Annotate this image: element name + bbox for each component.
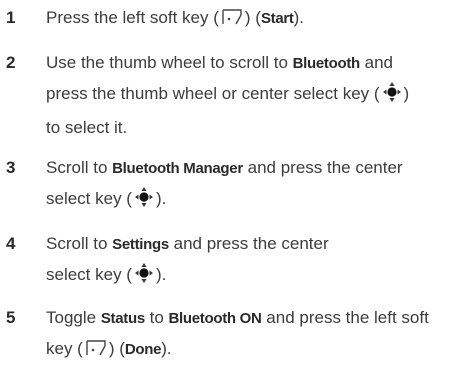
text-segment: press the thumb wheel or center select k… bbox=[46, 84, 380, 103]
step-number: 5 bbox=[6, 308, 16, 327]
step-text: Use the thumb wheel to scroll to Bluetoo… bbox=[46, 48, 456, 143]
step-number: 1 bbox=[6, 8, 16, 27]
step-line: Scroll to Bluetooth Manager and press th… bbox=[46, 153, 456, 184]
text-segment: ) ( bbox=[244, 8, 261, 27]
text-segment: ). bbox=[155, 265, 167, 284]
text-segment: and press the center bbox=[168, 234, 329, 253]
term-status: Status bbox=[100, 310, 145, 327]
step-text: Toggle Status to Bluetooth ON and press … bbox=[46, 303, 456, 367]
step-number: 3 bbox=[6, 158, 16, 177]
text-segment: ) bbox=[403, 84, 410, 103]
step-line: select key (). bbox=[46, 184, 456, 218]
text-segment: Toggle bbox=[46, 308, 101, 327]
step-line: press the thumb wheel or center select k… bbox=[46, 79, 456, 113]
center-select-key-icon bbox=[382, 81, 402, 113]
step-text: Scroll to Bluetooth Manager and press th… bbox=[46, 153, 456, 218]
text-segment: ). bbox=[155, 189, 167, 208]
term-settings: Settings bbox=[112, 236, 169, 253]
step-text: Scroll to Settings and press the center … bbox=[46, 229, 456, 294]
text-segment: ). bbox=[293, 8, 305, 27]
center-select-key-icon bbox=[134, 262, 154, 294]
text-segment: ). bbox=[161, 339, 172, 358]
text-segment: to bbox=[144, 308, 169, 327]
center-select-key-icon bbox=[134, 186, 154, 218]
text-segment: select key ( bbox=[46, 189, 132, 208]
soft-key-icon bbox=[221, 6, 243, 36]
text-segment: and bbox=[359, 53, 394, 72]
step-number: 2 bbox=[6, 53, 16, 72]
text-segment: ) ( bbox=[108, 339, 125, 358]
step-line: key ( ) (Done). bbox=[46, 334, 456, 367]
step-line: to select it. bbox=[46, 113, 456, 143]
step-line: Scroll to Settings and press the center bbox=[46, 229, 456, 260]
term-done: Done bbox=[124, 341, 162, 358]
text-segment: to select it. bbox=[46, 118, 128, 137]
step-line: Press the left soft key ( ) (Start). bbox=[46, 3, 456, 36]
step-number: 4 bbox=[6, 234, 16, 253]
step-line: select key (). bbox=[46, 260, 456, 294]
soft-key-icon bbox=[85, 337, 107, 367]
text-segment: Scroll to bbox=[46, 158, 113, 177]
term-bluetooth: Bluetooth bbox=[292, 55, 361, 72]
term-bluetooth-manager: Bluetooth Manager bbox=[112, 160, 243, 177]
text-segment: select key ( bbox=[46, 265, 132, 284]
text-segment: and press the left soft bbox=[261, 308, 429, 327]
term-bluetooth-on: Bluetooth ON bbox=[168, 310, 262, 327]
step-text: Press the left soft key ( ) (Start). bbox=[46, 3, 456, 36]
term-start: Start bbox=[260, 10, 294, 27]
text-segment: Use the thumb wheel to scroll to bbox=[46, 53, 293, 72]
step-line: Toggle Status to Bluetooth ON and press … bbox=[46, 303, 456, 334]
text-segment: key ( bbox=[46, 339, 83, 358]
text-segment: Scroll to bbox=[46, 234, 113, 253]
step-line: Use the thumb wheel to scroll to Bluetoo… bbox=[46, 48, 456, 79]
text-segment: and press the center bbox=[242, 158, 403, 177]
text-segment: Press the left soft key ( bbox=[46, 8, 219, 27]
